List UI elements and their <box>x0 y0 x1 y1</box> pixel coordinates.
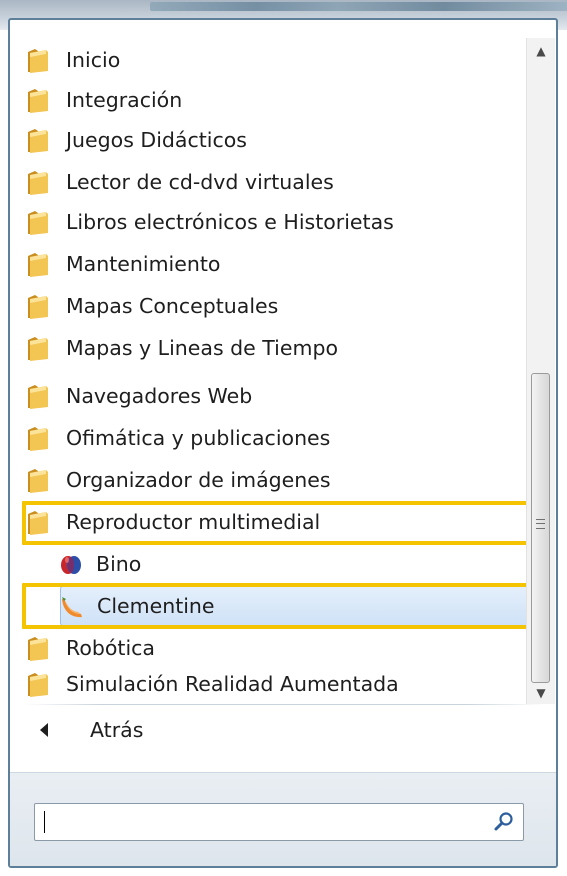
folder-label: Navegadores Web <box>66 384 253 408</box>
folder-label: Mapas Conceptuales <box>66 294 279 318</box>
folder-icon <box>28 385 48 409</box>
folder-label: Organizador de imágenes <box>66 468 331 492</box>
program-label: Clementine <box>97 594 215 618</box>
folder-item-mapas-conceptuales[interactable]: Mapas Conceptuales <box>26 286 536 326</box>
folder-item-inicio[interactable]: Inicio <box>26 40 536 80</box>
folder-item-navegadores-web[interactable]: Navegadores Web <box>26 376 536 416</box>
folder-icon <box>28 253 48 277</box>
back-button[interactable]: Atrás <box>28 708 540 752</box>
folder-icon <box>28 49 48 73</box>
folder-item-libros-electronicos[interactable]: Libros electrónicos e Historietas <box>26 202 536 242</box>
program-item-clementine[interactable]: Clementine <box>60 586 532 626</box>
folder-label: Juegos Didácticos <box>66 128 247 152</box>
folder-icon <box>28 211 48 235</box>
separator <box>24 704 544 705</box>
vertical-scrollbar[interactable]: ▲ ▼ <box>526 38 555 704</box>
back-arrow-icon <box>40 723 48 737</box>
folder-icon <box>28 295 48 319</box>
folder-item-mapas-y-lineas[interactable]: Mapas y Lineas de Tiempo <box>26 328 536 368</box>
scroll-down-arrow-icon[interactable]: ▼ <box>532 684 550 702</box>
folder-label: Mapas y Lineas de Tiempo <box>66 336 339 360</box>
scrollbar-thumb[interactable] <box>531 373 550 683</box>
folder-label: Libros electrónicos e Historietas <box>66 210 394 234</box>
clementine-app-icon <box>62 597 82 618</box>
folder-label: Lector de cd-dvd virtuales <box>66 170 334 194</box>
folder-item-ofimatica[interactable]: Ofimática y publicaciones <box>26 418 536 458</box>
folder-item-reproductor-multimedial[interactable]: Reproductor multimedial <box>26 502 536 542</box>
grip-icon <box>536 519 545 529</box>
scroll-up-arrow-icon[interactable]: ▲ <box>532 42 550 60</box>
programs-list: Inicio Integración Juegos Didácticos Lec… <box>10 20 532 704</box>
folder-label: Mantenimiento <box>66 252 221 276</box>
folder-icon <box>28 89 48 113</box>
search-input[interactable] <box>41 808 471 836</box>
back-label: Atrás <box>90 718 144 742</box>
folder-label: Simulación Realidad Aumentada <box>66 672 399 696</box>
text-caret <box>44 811 45 833</box>
folder-label: Ofimática y publicaciones <box>66 426 331 450</box>
search-area <box>10 772 556 866</box>
folder-icon <box>28 129 48 153</box>
folder-label: Reproductor multimedial <box>66 510 321 534</box>
folder-icon <box>28 427 48 451</box>
folder-item-lector-cd-dvd[interactable]: Lector de cd-dvd virtuales <box>26 162 536 202</box>
folder-icon <box>28 511 48 535</box>
folder-item-organizador-imagenes[interactable]: Organizador de imágenes <box>26 460 536 500</box>
folder-item-juegos-didacticos[interactable]: Juegos Didácticos <box>26 120 536 160</box>
folder-item-mantenimiento[interactable]: Mantenimiento <box>26 244 536 284</box>
folder-icon <box>28 171 48 195</box>
folder-item-integracion[interactable]: Integración <box>26 80 536 120</box>
folder-icon <box>28 469 48 493</box>
folder-item-simulacion-realidad-aumentada[interactable]: Simulación Realidad Aumentada <box>26 664 536 704</box>
folder-icon <box>28 673 48 697</box>
folder-label: Inicio <box>66 48 121 72</box>
folder-label: Integración <box>66 88 183 112</box>
program-label: Bino <box>96 552 142 576</box>
folder-label: Robótica <box>66 636 155 660</box>
folder-item-robotica[interactable]: Robótica <box>26 628 536 668</box>
search-box[interactable] <box>34 803 524 841</box>
folder-icon <box>28 337 48 361</box>
bino-app-icon <box>61 556 81 574</box>
folder-icon <box>28 637 48 661</box>
program-item-bino[interactable]: Bino <box>60 544 532 584</box>
start-menu-all-programs-panel: Inicio Integración Juegos Didácticos Lec… <box>8 18 558 868</box>
search-icon[interactable] <box>493 811 515 833</box>
